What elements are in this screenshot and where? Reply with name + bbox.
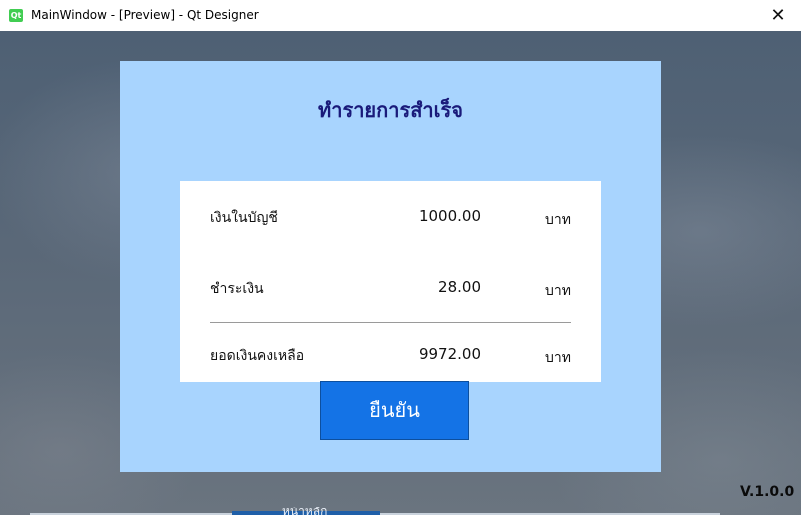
hidden-button-text: หน้าหลัก	[282, 507, 328, 515]
success-dialog: ทำรายการสำเร็จ เงินในบัญชี 1000.00 บาท ช…	[120, 61, 661, 472]
window-title: MainWindow - [Preview] - Qt Designer	[31, 8, 259, 22]
window-titlebar: Qt MainWindow - [Preview] - Qt Designer …	[0, 0, 801, 31]
main-window-client: หน้าหลัก V.1.0.0 ทำรายการสำเร็จ เงินในบั…	[0, 31, 801, 515]
remaining-label: ยอดเงินคงเหลือ	[210, 348, 305, 364]
confirm-button[interactable]: ยืนยัน	[320, 381, 469, 440]
payment-unit: บาท	[545, 283, 571, 299]
summary-divider	[210, 322, 571, 323]
payment-label: ชำระเงิน	[210, 281, 264, 297]
dialog-title: ทำรายการสำเร็จ	[318, 98, 463, 122]
balance-unit: บาท	[545, 212, 571, 228]
balance-amount: 1000.00	[418, 207, 481, 225]
remaining-amount: 9972.00	[418, 345, 481, 363]
balance-label: เงินในบัญชี	[210, 210, 278, 226]
remaining-unit: บาท	[545, 350, 571, 366]
qt-app-icon: Qt	[9, 9, 23, 22]
payment-amount: 28.00	[438, 278, 481, 296]
version-label: V.1.0.0	[740, 484, 795, 500]
close-button[interactable]: ✕	[755, 0, 801, 31]
summary-panel: เงินในบัญชี 1000.00 บาท ชำระเงิน 28.00 บ…	[180, 181, 601, 382]
